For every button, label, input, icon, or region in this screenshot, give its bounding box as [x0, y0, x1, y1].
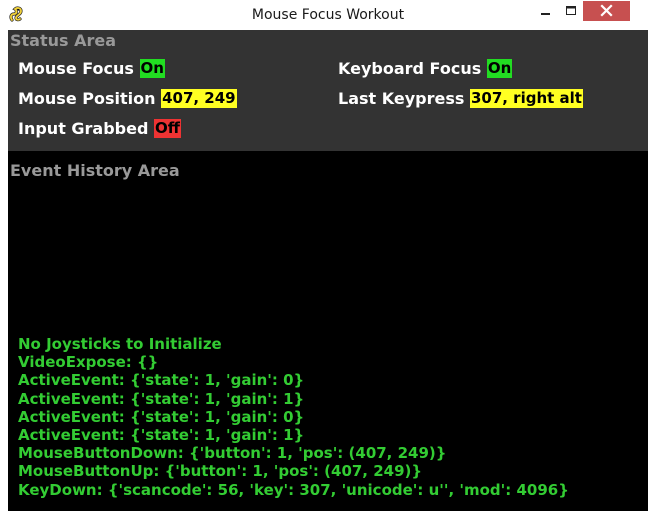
maximize-button[interactable]: [558, 1, 584, 21]
last-keypress-value: 307, right alt: [469, 89, 583, 108]
input-grabbed-label: Input Grabbed: [18, 119, 149, 138]
mouse-focus-label: Mouse Focus: [18, 59, 134, 78]
event-log-line: ActiveEvent: {'state': 1, 'gain': 0}: [18, 371, 305, 390]
event-log-line: VideoExpose: {}: [18, 353, 159, 372]
maximize-icon: [566, 6, 576, 15]
mouse-focus-value: On: [139, 59, 165, 78]
title-bar[interactable]: Mouse Focus Workout: [0, 0, 656, 30]
close-button[interactable]: [583, 1, 630, 21]
event-log: No Joysticks to Initialize VideoExpose: …: [18, 335, 569, 499]
status-area: Status Area Mouse Focus On Keyboard Focu…: [8, 30, 648, 151]
event-log-line: No Joysticks to Initialize: [18, 335, 222, 353]
input-grabbed-row: Input Grabbed Off: [18, 118, 181, 140]
event-log-line: MouseButtonDown: {'button': 1, 'pos': (4…: [18, 444, 447, 463]
keyboard-focus-label: Keyboard Focus: [338, 59, 482, 78]
client-area[interactable]: Status Area Mouse Focus On Keyboard Focu…: [8, 30, 648, 511]
event-log-line: MouseButtonUp: {'button': 1, 'pos': (407…: [18, 462, 423, 481]
close-icon: [600, 4, 613, 17]
app-window: Mouse Focus Workout Status Area Mouse Fo…: [0, 0, 656, 519]
mouse-position-label: Mouse Position: [18, 89, 156, 108]
mouse-focus-row: Mouse Focus On: [18, 58, 165, 80]
keyboard-focus-row: Keyboard Focus On: [338, 58, 513, 80]
input-grabbed-value: Off: [154, 119, 181, 138]
event-history-area: Event History Area No Joysticks to Initi…: [8, 151, 648, 511]
status-area-label: Status Area: [10, 31, 117, 50]
last-keypress-row: Last Keypress 307, right alt: [338, 88, 583, 110]
minimize-button[interactable]: [532, 1, 558, 21]
last-keypress-label: Last Keypress: [338, 89, 465, 108]
event-log-line: ActiveEvent: {'state': 1, 'gain': 1}: [18, 389, 305, 408]
minimize-icon: [541, 13, 550, 15]
event-log-line: KeyDown: {'scancode': 56, 'key': 307, 'u…: [18, 480, 569, 499]
keyboard-focus-value: On: [486, 59, 513, 78]
event-log-line: ActiveEvent: {'state': 1, 'gain': 0}: [18, 407, 305, 426]
event-history-label: Event History Area: [10, 161, 180, 180]
event-log-line: ActiveEvent: {'state': 1, 'gain': 1}: [18, 425, 305, 444]
mouse-position-row: Mouse Position 407, 249: [18, 88, 237, 110]
mouse-position-value: 407, 249: [161, 89, 237, 108]
